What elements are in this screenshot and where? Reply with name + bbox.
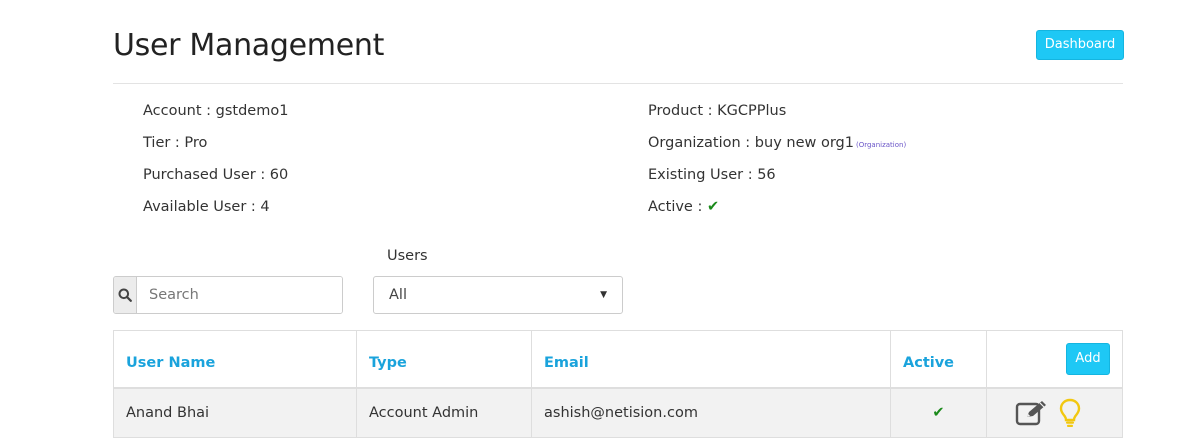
lightbulb-icon[interactable]	[1059, 398, 1081, 428]
cell-type: Account Admin	[357, 389, 532, 437]
column-header-active[interactable]: Active	[891, 331, 987, 387]
page-title: User Management	[113, 28, 385, 63]
cell-user-name: Anand Bhai	[114, 389, 357, 437]
users-select-value: All	[389, 287, 407, 303]
column-header-user-name[interactable]: User Name	[114, 331, 357, 387]
active-info: Active : ✔	[648, 199, 719, 215]
search-input[interactable]	[137, 277, 342, 313]
tier-info: Tier : Pro	[143, 135, 208, 151]
column-header-type[interactable]: Type	[357, 331, 532, 387]
cell-email: ashish@netision.com	[532, 389, 891, 437]
users-filter-label: Users	[387, 248, 428, 264]
product-info: Product : KGCPPlus	[648, 103, 787, 119]
check-icon: ✔	[706, 199, 720, 215]
column-header-email[interactable]: Email	[532, 331, 891, 387]
title-divider	[113, 83, 1123, 84]
purchased-user-info: Purchased User : 60	[143, 167, 289, 183]
organization-info: Organization : buy new org1 (Organization…	[648, 135, 906, 151]
users-table: User Name Type Email Active Add Anand Bh…	[113, 330, 1123, 438]
available-user-info: Available User : 4	[143, 199, 270, 215]
organization-tag: (Organization)	[855, 141, 907, 149]
users-select[interactable]: All ▼	[373, 276, 623, 314]
column-header-actions: Add	[987, 331, 1122, 387]
cell-active: ✔	[891, 389, 987, 437]
active-label: Active :	[648, 199, 703, 215]
cell-actions	[987, 389, 1122, 437]
add-user-button[interactable]: Add	[1066, 343, 1110, 375]
check-icon: ✔	[932, 405, 945, 421]
search-icon[interactable]	[114, 277, 137, 313]
search-group	[113, 276, 343, 314]
edit-icon[interactable]	[1015, 399, 1049, 427]
account-info: Account : gstdemo1	[143, 103, 289, 119]
organization-text: Organization : buy new org1	[648, 135, 854, 151]
caret-down-icon: ▼	[600, 290, 607, 300]
dashboard-button[interactable]: Dashboard	[1036, 30, 1124, 60]
table-row: Anand Bhai Account Admin ashish@netision…	[114, 389, 1122, 437]
existing-user-info: Existing User : 56	[648, 167, 776, 183]
table-header-row: User Name Type Email Active Add	[114, 331, 1122, 389]
